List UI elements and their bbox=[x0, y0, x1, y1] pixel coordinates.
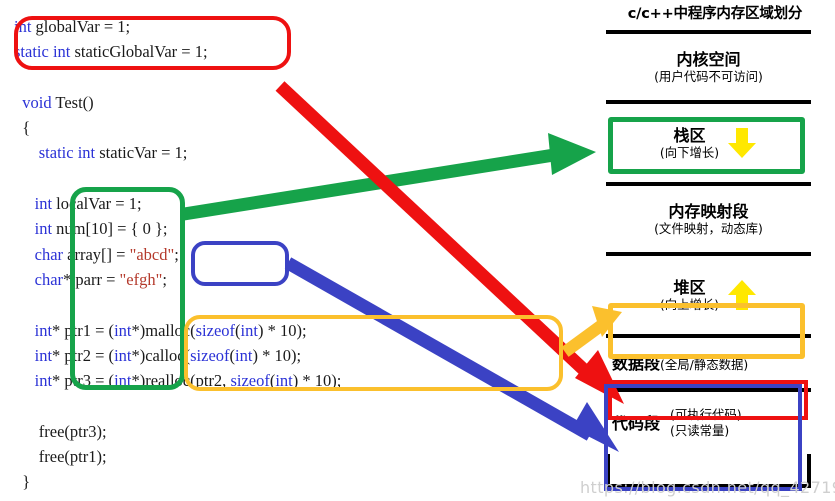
code-line: int* ptr2 = (int*)calloc(sizeof(int) * 1… bbox=[14, 343, 341, 368]
code-line: int globalVar = 1; bbox=[14, 14, 341, 39]
segment-heap: 堆区 (向上增长) bbox=[606, 256, 811, 334]
segment-stack: 栈区 (向下增长) bbox=[606, 104, 811, 182]
code-line: int* ptr3 = (int*)realloc(ptr2, sizeof(i… bbox=[14, 368, 342, 393]
code-token: static int bbox=[14, 42, 71, 62]
segment-heap-note: (向上增长) bbox=[659, 296, 720, 312]
code-token: * ptr2 = ( bbox=[52, 345, 115, 365]
code-token: ) * 10); bbox=[252, 345, 302, 365]
code-token: int bbox=[14, 17, 32, 36]
code-token: * ptr3 = ( bbox=[52, 371, 115, 391]
code-token: { bbox=[14, 118, 31, 138]
code-line: static int staticGlobalVar = 1; bbox=[14, 39, 341, 64]
code-token: "abcd" bbox=[129, 244, 175, 264]
code-token: int bbox=[34, 219, 53, 239]
code-line: } bbox=[14, 469, 341, 494]
code-line: int num[10] = { 0 }; bbox=[14, 216, 341, 241]
code-token: int bbox=[240, 320, 258, 340]
segment-mmap-title: 内存映射段 bbox=[668, 201, 749, 221]
segment-stack-title: 栈区 bbox=[673, 125, 706, 145]
code-line: free(ptr3); bbox=[14, 419, 341, 444]
code-token: free(ptr3); bbox=[14, 421, 107, 441]
code-token: static int bbox=[38, 143, 96, 163]
code-token: sizeof bbox=[195, 320, 236, 340]
code-pane: int globalVar = 1; static int staticGloba… bbox=[0, 0, 600, 501]
code-token: *)calloc( bbox=[131, 345, 191, 365]
code-token: Test() bbox=[51, 92, 94, 112]
code-token: char bbox=[34, 269, 64, 289]
segment-text-note: (可执行代码) bbox=[670, 407, 742, 422]
segment-kernel-title: 内核空间 bbox=[676, 49, 741, 69]
code-token: int bbox=[114, 345, 132, 365]
code-token: int bbox=[114, 371, 132, 391]
source-code: int globalVar = 1; static int staticGloba… bbox=[14, 14, 341, 495]
screenshot-root: int globalVar = 1; static int staticGloba… bbox=[0, 0, 835, 501]
code-token: int bbox=[275, 371, 293, 391]
code-token: sizeof bbox=[190, 345, 230, 365]
code-token: *)realloc(ptr2, bbox=[131, 371, 231, 391]
segment-heap-title: 堆区 bbox=[673, 277, 706, 297]
code-token: sizeof bbox=[230, 371, 270, 391]
code-token: int bbox=[114, 320, 132, 340]
code-token: free(ptr1); bbox=[14, 447, 107, 467]
code-line: char* parr = "efgh"; bbox=[14, 267, 341, 292]
code-line: int localVar = 1; bbox=[14, 191, 341, 216]
code-token: ) * 10); bbox=[257, 320, 307, 340]
segment-text-note2: (只读常量) bbox=[670, 423, 730, 438]
code-token: * ptr1 = ( bbox=[52, 320, 115, 340]
code-token: staticGlobalVar = 1; bbox=[70, 42, 208, 62]
code-token: ; bbox=[162, 269, 167, 289]
segment-mmap: 内存映射段 (文件映射，动态库) bbox=[606, 186, 811, 252]
code-token: *)malloc( bbox=[131, 320, 196, 340]
segment-data-note: (全局/静态数据) bbox=[660, 356, 749, 372]
arrow-up-icon bbox=[728, 280, 757, 310]
segment-text: 代码段 (可执行代码) (只读常量) bbox=[606, 392, 811, 454]
code-token: char bbox=[34, 244, 64, 264]
code-token: array[] = bbox=[63, 244, 130, 264]
code-line: char array[] = "abcd"; bbox=[14, 242, 341, 267]
segment-kernel-note: (用户代码不可访问) bbox=[654, 68, 763, 84]
code-line: free(ptr1); bbox=[14, 444, 341, 469]
code-token: * parr = bbox=[63, 269, 120, 289]
segment-text-title: 代码段 bbox=[612, 413, 661, 433]
code-line: void Test() bbox=[14, 90, 341, 115]
code-line: static int staticVar = 1; bbox=[14, 140, 341, 165]
code-token: globalVar = 1; bbox=[31, 17, 131, 36]
code-token: int bbox=[34, 371, 53, 391]
code-line: { bbox=[14, 115, 341, 140]
code-token: int bbox=[34, 345, 53, 365]
code-token: staticVar = 1; bbox=[95, 143, 188, 163]
code-token: void bbox=[22, 92, 52, 112]
segment-kernel: 内核空间 (用户代码不可访问) bbox=[606, 34, 811, 100]
code-token: } bbox=[14, 472, 31, 492]
segment-mmap-note: (文件映射，动态库) bbox=[654, 220, 763, 236]
code-token: num[10] = { 0 }; bbox=[52, 219, 168, 239]
diagram-title: c/c++中程序内存区域划分 bbox=[627, 6, 803, 22]
code-token: int bbox=[34, 194, 53, 214]
memory-layout-diagram: c/c++中程序内存区域划分 内核空间 (用户代码不可访问) 栈区 (向下增长)… bbox=[595, 0, 835, 501]
code-token: "efgh" bbox=[119, 269, 163, 289]
code-token: localVar = 1; bbox=[52, 194, 142, 214]
code-line: int* ptr1 = (int*)malloc(sizeof(int) * 1… bbox=[14, 318, 341, 343]
segment-data: 数据段 (全局/静态数据) bbox=[606, 338, 811, 388]
arrow-down-icon bbox=[728, 128, 757, 158]
segment-stack-note: (向下增长) bbox=[659, 144, 720, 160]
code-token: ; bbox=[174, 244, 179, 264]
code-token: ) * 10); bbox=[292, 371, 342, 391]
code-token: int bbox=[235, 345, 253, 365]
code-token: int bbox=[34, 320, 53, 340]
segment-data-title: 数据段 bbox=[612, 353, 661, 373]
